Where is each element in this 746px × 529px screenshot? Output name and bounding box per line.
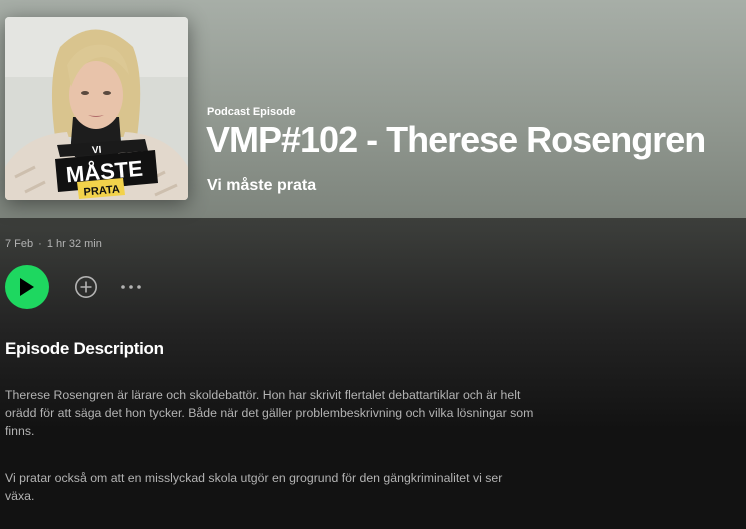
episode-header: VI MÅSTE PRATA Podcast Episode VMP#102 -… bbox=[0, 0, 746, 218]
episode-duration: 1 hr 32 min bbox=[46, 238, 102, 250]
episode-description-paragraph-2: Vi pratar också om att en misslyckad sko… bbox=[5, 471, 503, 503]
release-date: 7 Feb bbox=[5, 238, 34, 250]
more-options-icon bbox=[121, 285, 141, 289]
episode-cover-art: VI MÅSTE PRATA bbox=[5, 17, 188, 200]
meta-separator: · bbox=[38, 238, 42, 250]
logo-line-1: VI bbox=[92, 145, 103, 157]
episode-description-heading: Episode Description bbox=[5, 339, 164, 358]
add-to-library-button[interactable] bbox=[74, 275, 98, 299]
episode-type-label: Podcast Episode bbox=[207, 106, 296, 118]
more-options-button[interactable] bbox=[119, 276, 145, 298]
play-icon bbox=[20, 278, 34, 296]
show-name-link[interactable]: Vi måste prata bbox=[207, 177, 316, 195]
add-circle-icon bbox=[75, 276, 97, 298]
episode-meta: 7 Feb · 1 hr 32 min bbox=[5, 238, 102, 250]
episode-description-paragraph-1: Therese Rosengren är lärare och skoldeba… bbox=[5, 388, 534, 438]
episode-page: VI MÅSTE PRATA Podcast Episode VMP#102 -… bbox=[0, 0, 746, 529]
play-button[interactable] bbox=[5, 265, 49, 309]
cover-photo: VI MÅSTE PRATA bbox=[5, 17, 188, 200]
episode-title: VMP#102 - Therese Rosengren bbox=[206, 119, 706, 160]
